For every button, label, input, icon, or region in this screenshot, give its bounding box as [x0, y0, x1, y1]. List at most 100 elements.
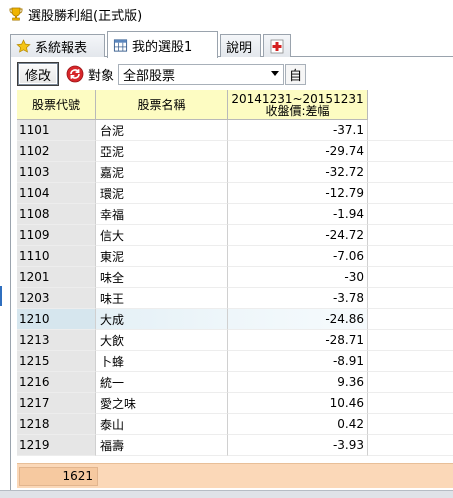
self-button[interactable]: 自 [285, 63, 307, 85]
table-row[interactable]: 1216 統一 9.36 [17, 372, 453, 393]
cell-empty [368, 372, 453, 393]
window-title: 選股勝利組(正式版) [28, 8, 143, 24]
tab-help[interactable]: 說明 [220, 34, 261, 57]
cell-empty [368, 141, 453, 162]
cell-empty [368, 204, 453, 225]
cell-price-change: -3.78 [228, 288, 368, 309]
cell-stock-code: 1217 [17, 393, 96, 414]
cell-empty [368, 267, 453, 288]
cell-stock-code: 1219 [17, 435, 96, 456]
header-stock-code[interactable]: 股票代號 [17, 90, 96, 120]
cell-price-change: -28.71 [228, 330, 368, 351]
refresh-icon[interactable] [66, 65, 84, 83]
cell-price-change: 0.42 [228, 414, 368, 435]
table-row[interactable]: 1102 亞泥 -29.74 [17, 141, 453, 162]
cell-stock-name: 統一 [96, 372, 228, 393]
cell-stock-code: 1109 [17, 225, 96, 246]
cell-price-change: 9.36 [228, 372, 368, 393]
header-price-change-label: 收盤價:差幅 [265, 103, 330, 118]
cell-stock-name: 嘉泥 [96, 162, 228, 183]
table-row[interactable]: 1104 環泥 -12.79 [17, 183, 453, 204]
cell-stock-name: 環泥 [96, 183, 228, 204]
cell-price-change: -1.94 [228, 204, 368, 225]
table-row[interactable]: 1215 卜蜂 -8.91 [17, 351, 453, 372]
cell-empty [368, 414, 453, 435]
tab-add[interactable] [263, 34, 291, 57]
bottom-scrollbar[interactable] [0, 490, 453, 498]
tab-help-label: 說明 [226, 40, 253, 56]
cell-stock-name: 大成 [96, 309, 228, 330]
cell-stock-name: 東泥 [96, 246, 228, 267]
tab-system-report[interactable]: 系統報表 [10, 34, 105, 57]
cell-empty [368, 120, 453, 141]
tab-strip: 系統報表 我的選股1 說明 [10, 31, 453, 58]
target-select[interactable]: 全部股票 [118, 63, 285, 85]
cell-price-change: -24.86 [228, 309, 368, 330]
cell-stock-code: 1203 [17, 288, 96, 309]
cell-empty [368, 288, 453, 309]
table-row[interactable]: 1108 幸福 -1.94 [17, 204, 453, 225]
edit-button[interactable]: 修改 [18, 63, 58, 85]
tab-my-stocks-label: 我的選股1 [132, 39, 193, 55]
cell-stock-name: 亞泥 [96, 141, 228, 162]
header-stock-name[interactable]: 股票名稱 [96, 90, 228, 120]
cell-stock-name: 味王 [96, 288, 228, 309]
cell-stock-code: 1103 [17, 162, 96, 183]
cell-stock-name: 福壽 [96, 435, 228, 456]
cell-empty [368, 435, 453, 456]
cell-price-change: -29.74 [228, 141, 368, 162]
table-row[interactable]: 1217 愛之味 10.46 [17, 393, 453, 414]
grid-header: 股票代號 股票名稱 20141231~20151231 收盤價:差幅 [17, 90, 368, 120]
table-icon [113, 38, 128, 52]
table-row[interactable]: 1109 信大 -24.72 [17, 225, 453, 246]
trophy-icon [9, 7, 23, 21]
cell-empty [368, 330, 453, 351]
cell-empty [368, 309, 453, 330]
tab-system-report-label: 系統報表 [35, 40, 88, 56]
cell-stock-code: 1102 [17, 141, 96, 162]
edit-button-frame: 修改 [17, 62, 59, 86]
table-row[interactable]: 1101 台泥 -37.1 [17, 120, 453, 141]
cell-empty [368, 225, 453, 246]
table-row[interactable]: 1201 味全 -30 [17, 267, 453, 288]
cell-price-change: -3.93 [228, 435, 368, 456]
cell-price-change: -37.1 [228, 120, 368, 141]
table-row[interactable]: 1218 泰山 0.42 [17, 414, 453, 435]
cell-empty [368, 351, 453, 372]
table-row[interactable]: 1103 嘉泥 -32.72 [17, 162, 453, 183]
cell-stock-code: 1215 [17, 351, 96, 372]
cell-stock-code: 1216 [17, 372, 96, 393]
grid-footer: 1621 [17, 463, 453, 488]
table-row[interactable]: 1213 大飲 -28.71 [17, 330, 453, 351]
table-row[interactable]: 1110 東泥 -7.06 [17, 246, 453, 267]
cell-price-change: -32.72 [228, 162, 368, 183]
target-select-value: 全部股票 [123, 68, 176, 84]
cell-stock-name: 台泥 [96, 120, 228, 141]
cell-price-change: -24.72 [228, 225, 368, 246]
window-titlebar: 選股勝利組(正式版) [0, 0, 453, 28]
cell-stock-name: 味全 [96, 267, 228, 288]
cell-price-change: -30 [228, 267, 368, 288]
cell-stock-code: 1104 [17, 183, 96, 204]
cell-stock-code: 1110 [17, 246, 96, 267]
cell-stock-name: 信大 [96, 225, 228, 246]
cell-price-change: -12.79 [228, 183, 368, 204]
header-price-change[interactable]: 20141231~20151231 收盤價:差幅 [228, 90, 368, 120]
cell-price-change: -8.91 [228, 351, 368, 372]
cell-stock-code: 1101 [17, 120, 96, 141]
row-count: 1621 [19, 466, 98, 486]
table-row[interactable]: 1219 福壽 -3.93 [17, 435, 453, 456]
add-tab-icon [270, 39, 284, 53]
grid-body: 1101 台泥 -37.1 1102 亞泥 -29.74 1103 嘉泥 -32.72 1104 環… [17, 120, 453, 456]
cell-stock-name: 卜蜂 [96, 351, 228, 372]
cell-stock-name: 愛之味 [96, 393, 228, 414]
cell-empty [368, 246, 453, 267]
table-row[interactable]: 1203 味王 -3.78 [17, 288, 453, 309]
tab-my-stocks[interactable]: 我的選股1 [107, 31, 218, 58]
table-row[interactable]: 1210 大成 -24.86 [17, 309, 453, 330]
cell-empty [368, 183, 453, 204]
target-label: 對象 [88, 68, 115, 84]
cell-stock-code: 1213 [17, 330, 96, 351]
cell-stock-code: 1218 [17, 414, 96, 435]
stock-grid: 股票代號 股票名稱 20141231~20151231 收盤價:差幅 1101 台… [17, 90, 453, 460]
